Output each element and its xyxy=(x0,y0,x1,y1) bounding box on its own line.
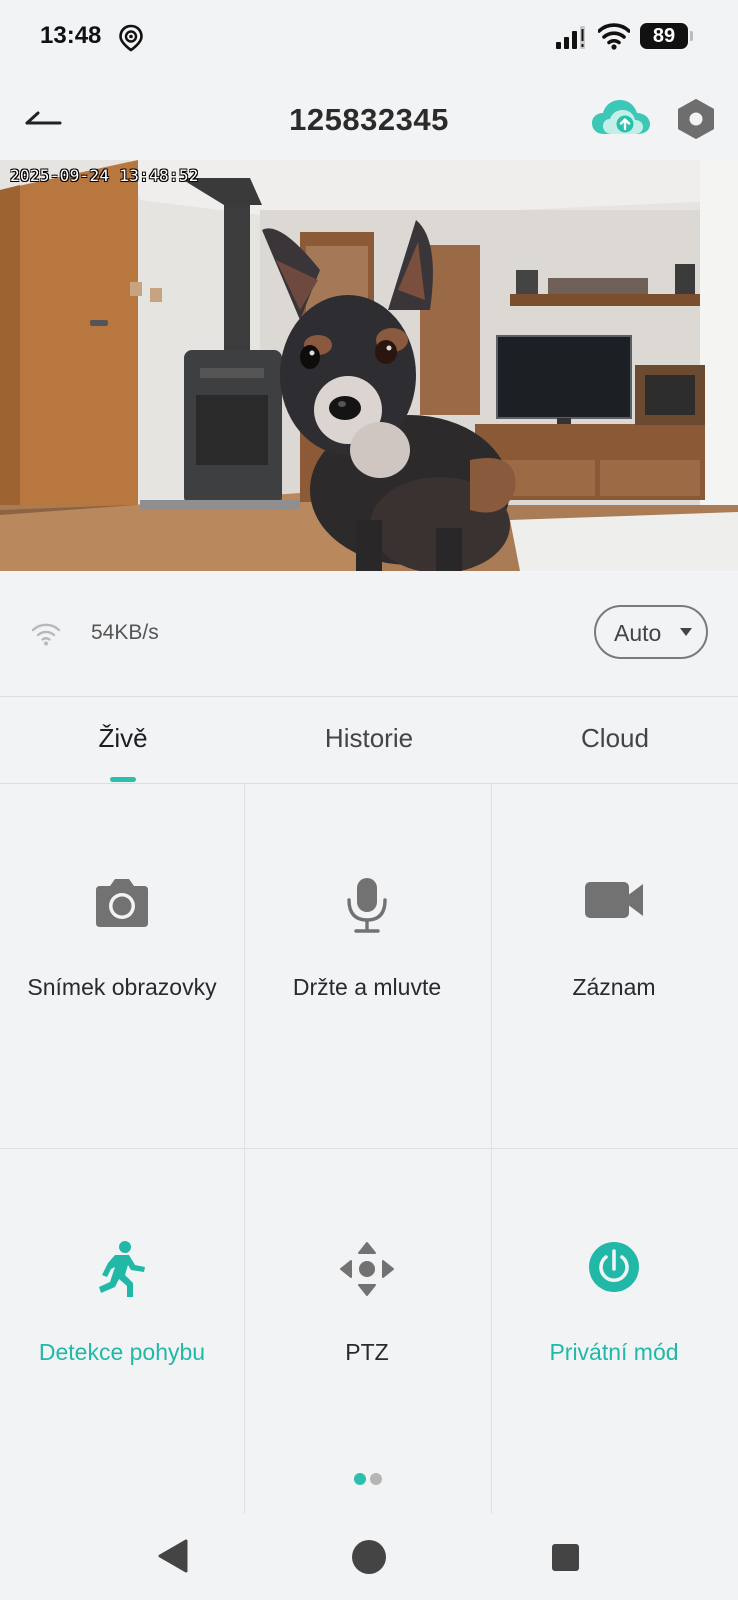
directional-pad-icon xyxy=(245,1241,489,1297)
status-time: 13:48 xyxy=(40,22,102,49)
nav-back-icon xyxy=(158,1539,188,1573)
caret-down-icon xyxy=(680,628,692,636)
push-to-talk-label: Držte a mluvte xyxy=(292,974,442,1000)
video-camera-icon xyxy=(492,876,736,932)
push-to-talk-button[interactable]: Držte a mluvte xyxy=(245,784,489,1148)
screenshot-label: Snímek obrazovky xyxy=(27,974,217,1000)
system-nav-bar xyxy=(0,1514,738,1600)
privacy-mode-button[interactable]: Privátní mód xyxy=(492,1149,736,1513)
cloud-upload-icon xyxy=(592,100,650,134)
record-label: Záznam xyxy=(572,974,656,1000)
video-timestamp: 2025-09-24 13:48:52 xyxy=(10,166,199,185)
ptz-label: PTZ xyxy=(345,1339,389,1365)
wifi-icon xyxy=(597,22,631,50)
running-person-icon xyxy=(0,1241,244,1297)
battery-icon: 89 xyxy=(640,23,688,49)
stream-info-row: 54KB/s Auto xyxy=(0,571,738,697)
motion-detection-label: Detekce pohybu xyxy=(38,1339,206,1365)
tab-cloud-label: Cloud xyxy=(581,723,649,753)
quality-value: Auto xyxy=(614,620,662,646)
page-dot xyxy=(370,1473,382,1485)
signal-icon xyxy=(556,26,588,50)
tab-history-label: Historie xyxy=(324,723,414,753)
screenshot-button[interactable]: Snímek obrazovky xyxy=(0,784,244,1148)
cloud-upload-button[interactable] xyxy=(590,96,652,140)
nav-back-button[interactable] xyxy=(156,1538,190,1574)
active-tab-indicator xyxy=(110,777,136,782)
view-tabs: Živě Historie Cloud xyxy=(0,697,738,784)
app-header: 125832345 xyxy=(0,80,738,160)
video-frame xyxy=(0,160,738,571)
tab-live[interactable]: Živě xyxy=(0,697,246,783)
settings-button[interactable] xyxy=(676,98,716,140)
motion-detection-button[interactable]: Detekce pohybu xyxy=(0,1149,244,1513)
tab-cloud[interactable]: Cloud xyxy=(492,697,738,783)
nav-recent-button[interactable] xyxy=(552,1544,579,1571)
page-dot-active xyxy=(354,1473,366,1485)
privacy-mode-label: Privátní mód xyxy=(549,1339,679,1365)
tab-history[interactable]: Historie xyxy=(246,697,492,783)
microphone-icon xyxy=(245,876,489,933)
camera-icon xyxy=(0,876,244,932)
tab-live-label: Živě xyxy=(98,723,148,753)
location-pin-icon xyxy=(118,24,144,52)
settings-hexagon-icon xyxy=(678,99,714,139)
nav-home-button[interactable] xyxy=(352,1540,386,1574)
battery-tip xyxy=(690,31,693,41)
ptz-button[interactable]: PTZ xyxy=(245,1149,489,1513)
record-button[interactable]: Záznam xyxy=(492,784,736,1148)
live-video-feed[interactable]: 2025-09-24 13:48:52 xyxy=(0,160,738,571)
network-wifi-icon xyxy=(30,621,62,647)
quality-selector[interactable]: Auto xyxy=(594,605,708,659)
stream-speed: 54KB/s xyxy=(91,621,159,644)
status-bar: 13:48 89 xyxy=(0,0,738,76)
power-icon xyxy=(492,1241,736,1297)
